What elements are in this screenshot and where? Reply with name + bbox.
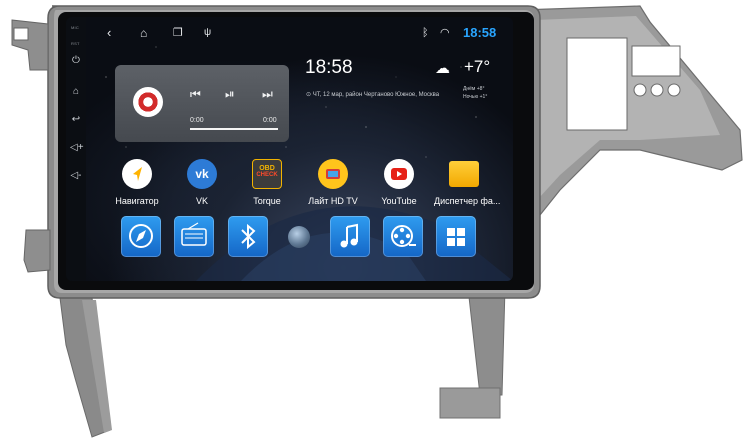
main-clock: 18:58	[305, 57, 353, 78]
music-disc-icon	[133, 87, 163, 117]
previous-track-button[interactable]: ⏮	[190, 87, 201, 102]
date-location: ⊙ ЧТ, 12 мар, район Чертаново Южное, Мос…	[306, 91, 439, 98]
navigator-icon	[122, 159, 152, 189]
bluetooth-icon[interactable]	[228, 216, 268, 257]
play-pause-button[interactable]: ⏯	[225, 87, 235, 102]
obd-text: OBD	[259, 165, 275, 172]
obd-check-icon: OBD CHECK	[252, 159, 282, 189]
progress-bar[interactable]	[190, 128, 278, 130]
circle-button-icon[interactable]	[288, 226, 310, 248]
app-label: Диспетчер фа...	[434, 196, 501, 206]
app-youtube[interactable]: YouTube	[369, 159, 429, 206]
back-icon[interactable]: ‹	[107, 25, 111, 41]
recents-icon[interactable]: ❐	[173, 25, 183, 41]
youtube-icon	[384, 159, 414, 189]
side-rail: MIC RST ⏻ ⌂ ↩ ◁+ ◁-	[66, 17, 86, 281]
app-label: YouTube	[381, 196, 417, 206]
compass-icon[interactable]	[121, 216, 161, 257]
back-rail-icon[interactable]: ↩	[70, 114, 82, 126]
bluetooth-status-icon: ᛒ	[422, 27, 429, 39]
cloudy-weather-icon: ☁	[435, 60, 450, 77]
app-file-manager[interactable]: Диспетчер фа...	[434, 159, 501, 206]
check-text: CHECK	[256, 172, 278, 178]
total-time: 0:00	[263, 117, 277, 124]
music-widget[interactable]: ⏮ ⏯ ⏭ 0:00 0:00	[115, 65, 289, 142]
home-icon[interactable]: ⌂	[140, 25, 147, 41]
head-unit-screen: MIC RST ⏻ ⌂ ↩ ◁+ ◁- ‹ ⌂ ❐ ψ ᛒ ◠ 18:58 ⏮ …	[66, 17, 513, 281]
location-pin-icon: ⊙	[306, 92, 313, 98]
video-reel-icon[interactable]	[383, 216, 423, 257]
power-icon[interactable]: ⏻	[70, 55, 82, 67]
night-temperature: Ночью +1°	[463, 94, 488, 100]
mic-label: MIC	[71, 25, 79, 30]
app-torque[interactable]: OBD CHECK Torque	[237, 159, 297, 206]
status-clock: 18:58	[463, 25, 497, 40]
next-track-button[interactable]: ⏭	[262, 87, 273, 102]
app-label: Лайт HD TV	[308, 196, 358, 206]
app-navigator[interactable]: Навигатор	[107, 159, 167, 206]
date-text: ЧТ, 12 мар, район Чертаново Южное, Москв…	[312, 92, 440, 98]
vk-icon: vk	[187, 159, 217, 189]
day-temperature: Днём +8°	[463, 86, 485, 92]
volume-down-icon[interactable]: ◁-	[70, 170, 82, 182]
tv-icon	[318, 159, 348, 189]
apps-grid-icon[interactable]	[436, 216, 476, 257]
radio-icon[interactable]	[174, 216, 214, 257]
app-light-hd-tv[interactable]: Лайт HD TV	[303, 159, 363, 206]
app-label: Torque	[253, 196, 281, 206]
volume-up-icon[interactable]: ◁+	[70, 142, 84, 154]
home-rail-icon[interactable]: ⌂	[70, 86, 82, 98]
music-note-icon[interactable]	[330, 216, 370, 257]
folder-icon	[449, 161, 479, 187]
app-label: Навигатор	[115, 196, 159, 206]
app-label: VK	[195, 196, 208, 206]
rst-label: RST	[71, 41, 80, 46]
temperature: +7°	[464, 57, 491, 76]
app-vk[interactable]: vk VK	[172, 159, 232, 206]
elapsed-time: 0:00	[190, 117, 204, 124]
wifi-icon: ◠	[440, 27, 450, 39]
usb-icon: ψ	[204, 27, 212, 38]
